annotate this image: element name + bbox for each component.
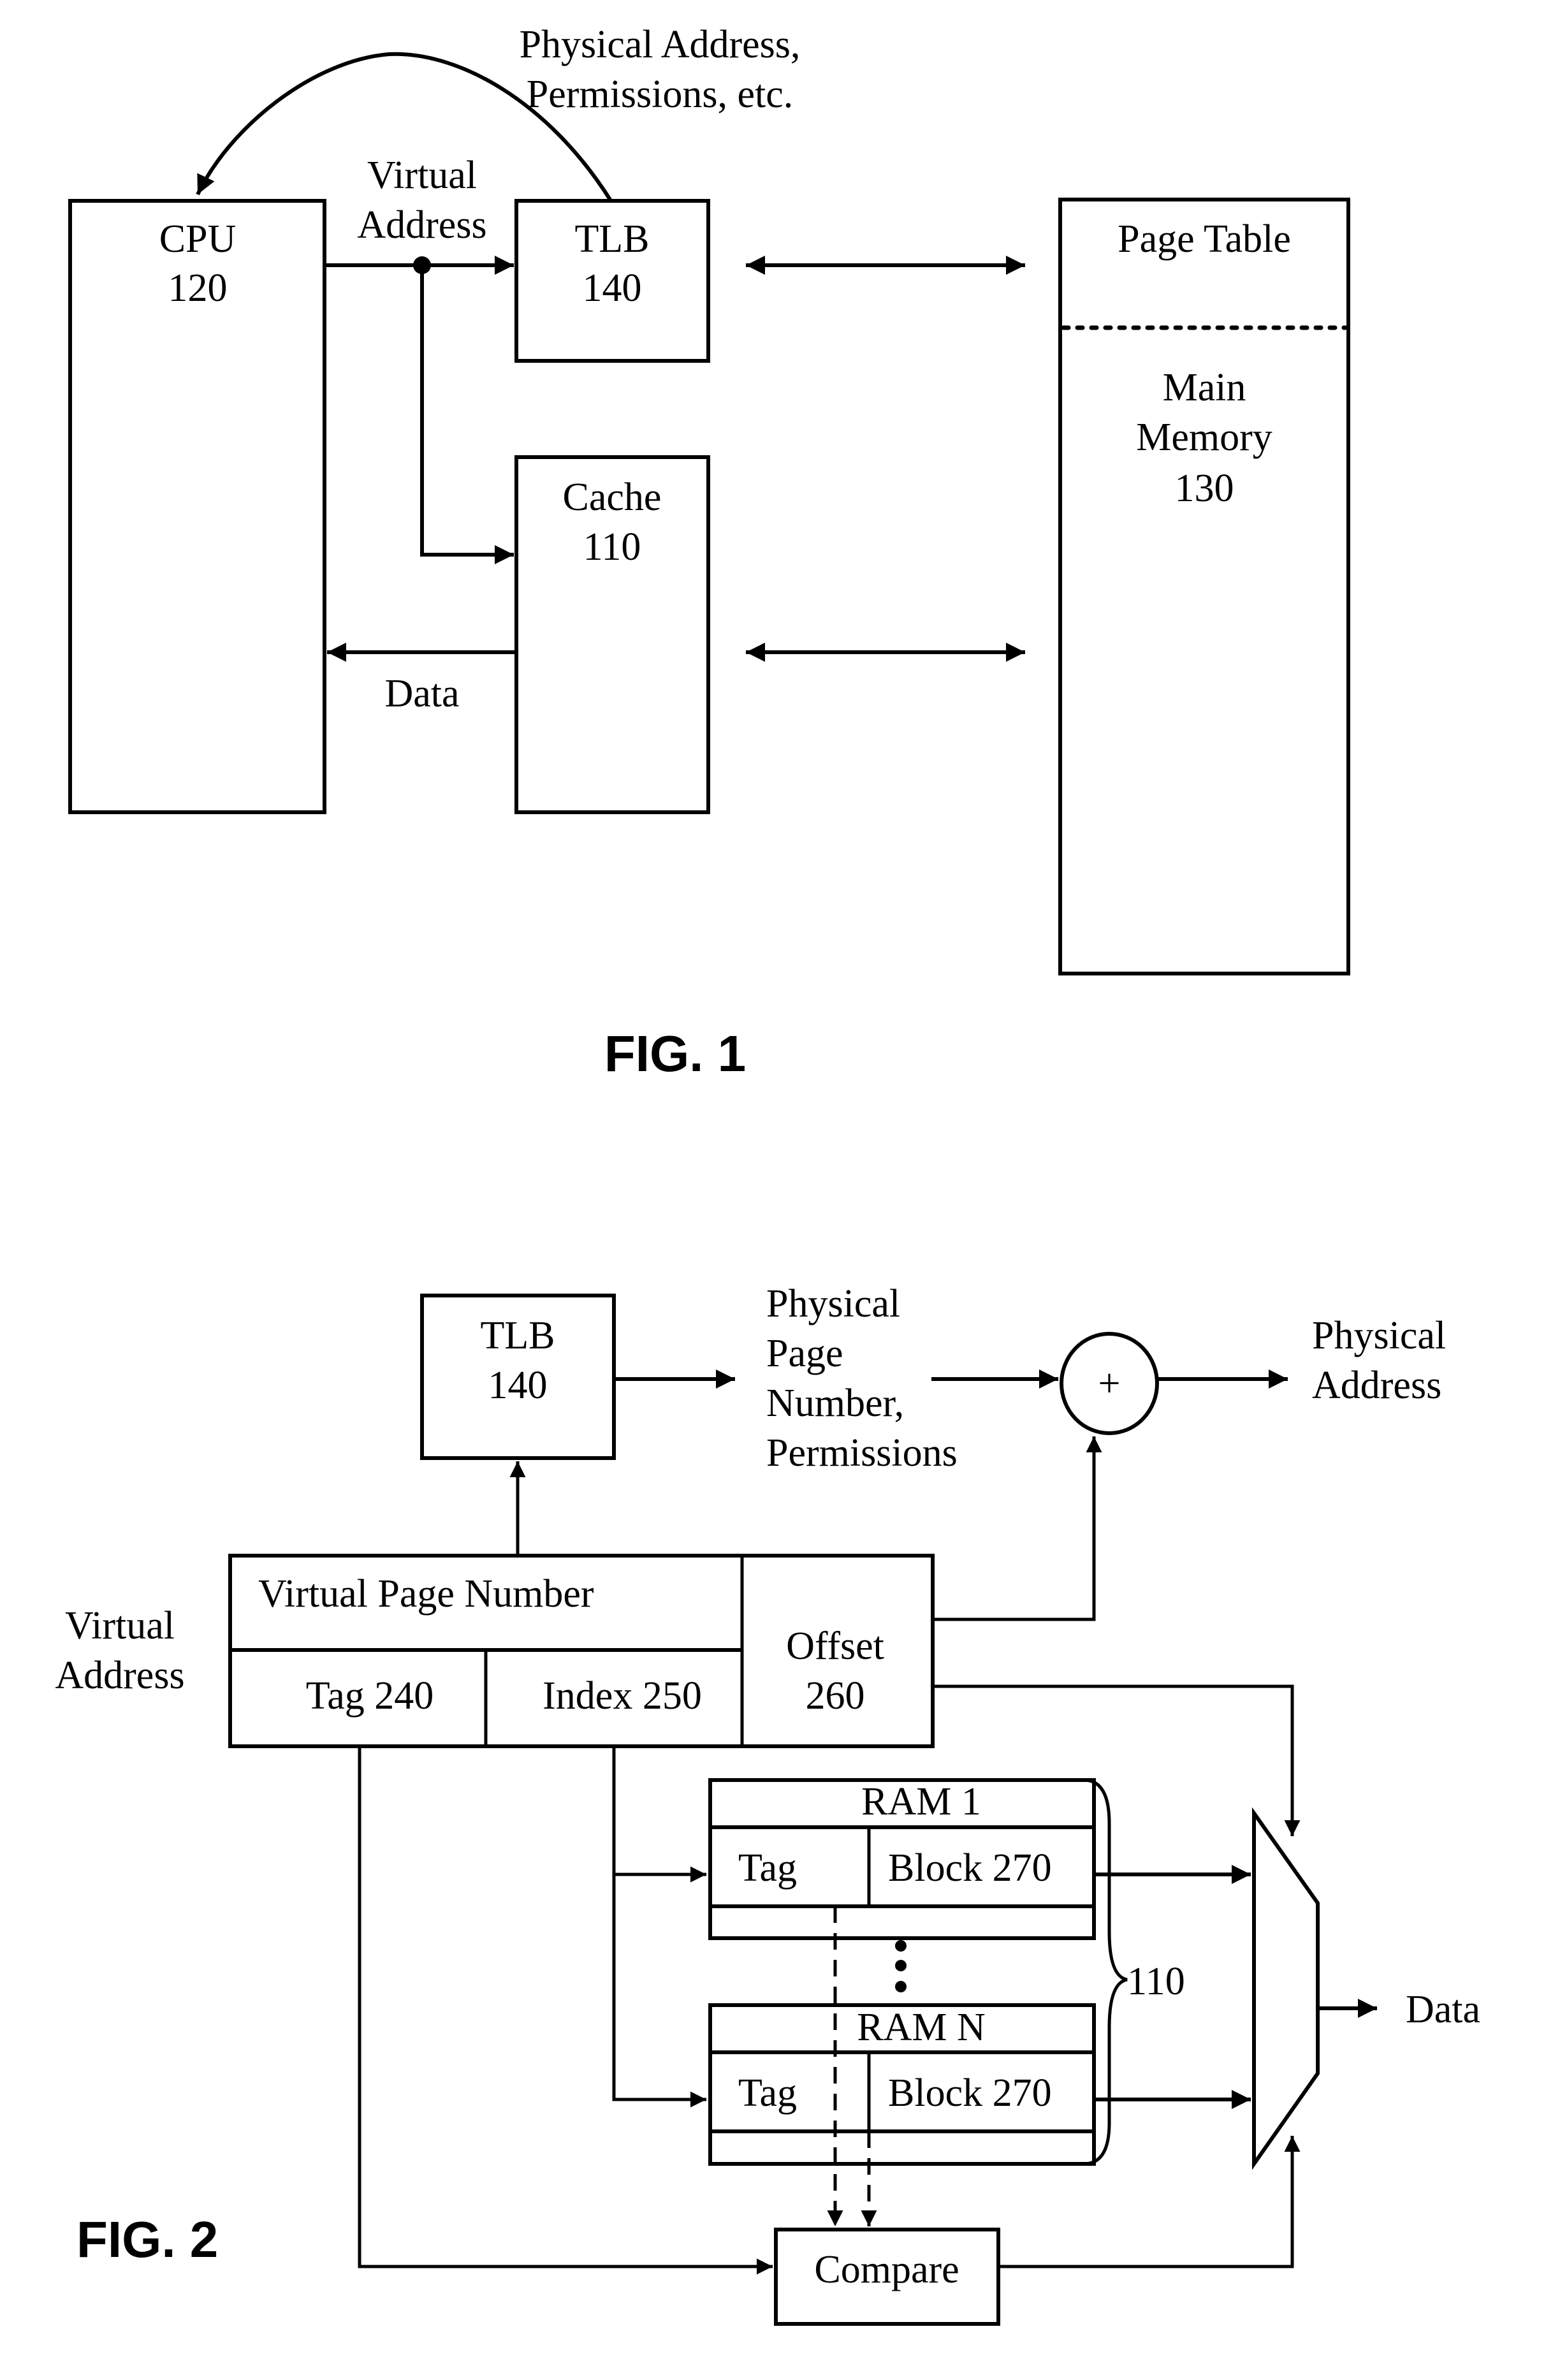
ram1-block: Block 270 (888, 1846, 1052, 1890)
main-memory-label-2: Memory (1136, 416, 1272, 459)
adder-symbol: + (1098, 1362, 1121, 1405)
offset-ref: 260 (806, 1674, 865, 1718)
page-table-label: Page Table (1118, 217, 1291, 261)
main-memory-label-1: Main (1163, 366, 1246, 409)
vpn-label: Virtual Page Number (258, 1572, 594, 1616)
ramn-block: Block 270 (888, 2071, 1052, 2115)
index-to-ramn-arrow (612, 1746, 706, 2108)
cache-ref-label: 110 (1127, 1960, 1185, 2003)
fig2-tlb-label: TLB (480, 1314, 555, 1357)
ellipsis-dot-3 (895, 1981, 907, 1992)
virtual-address-to-cache-arrow (420, 265, 514, 564)
ellipsis-dot-2 (895, 1960, 907, 1971)
physical-address-label-2: Address (1312, 1364, 1441, 1407)
ramn-title: RAM N (857, 2006, 986, 2049)
cache-ref: 110 (583, 525, 641, 569)
phys-addr-label-2: Permissions, etc. (527, 73, 793, 116)
fig2-data-label: Data (1406, 1988, 1480, 2031)
ram1-tag: Tag (738, 1846, 797, 1890)
compare-label: Compare (814, 2248, 959, 2291)
ellipsis-dot-1 (895, 1940, 907, 1952)
virtual-address-label-1: Virtual (367, 154, 477, 197)
cpu-label: CPU (159, 217, 237, 261)
fig1-title: FIG. 1 (604, 1025, 746, 1082)
ramn-tag: Tag (738, 2071, 797, 2115)
main-memory-ref: 130 (1175, 467, 1234, 510)
fig2-tlb-ref: 140 (488, 1364, 548, 1407)
cpu-ref: 120 (168, 266, 228, 310)
ppn-label-2: Page (766, 1332, 843, 1375)
fig2: TLB 140 Physical Page Number, Permission… (55, 1282, 1480, 2326)
virtual-address-label-2: Address (357, 203, 486, 247)
cache-label: Cache (563, 476, 662, 519)
fig2-va-label-2: Address (55, 1654, 184, 1697)
index-label: Index 250 (543, 1674, 702, 1718)
fig2-title: FIG. 2 (77, 2211, 218, 2268)
tlb-ref: 140 (583, 266, 642, 310)
ram1-title: RAM 1 (861, 1780, 981, 1823)
tag-label: Tag 240 (306, 1674, 434, 1718)
phys-addr-label-1: Physical Address, (520, 23, 801, 66)
main-memory-box (1058, 198, 1350, 975)
multiplexer (1252, 1807, 1320, 2170)
ppn-label-4: Permissions (766, 1431, 958, 1475)
fig2-va-label-1: Virtual (65, 1604, 175, 1647)
ppn-label-3: Number, (766, 1382, 904, 1425)
physical-address-label-1: Physical (1312, 1314, 1446, 1357)
data-label: Data (384, 672, 459, 715)
patent-figures: CPU 120 TLB 140 Cache 110 Page Table Mai… (55, 23, 1480, 2326)
fig1: CPU 120 TLB 140 Cache 110 Page Table Mai… (68, 23, 1350, 1082)
ppn-label-1: Physical (766, 1282, 900, 1325)
tlb-label: TLB (574, 217, 649, 261)
offset-label: Offset (786, 1624, 884, 1668)
